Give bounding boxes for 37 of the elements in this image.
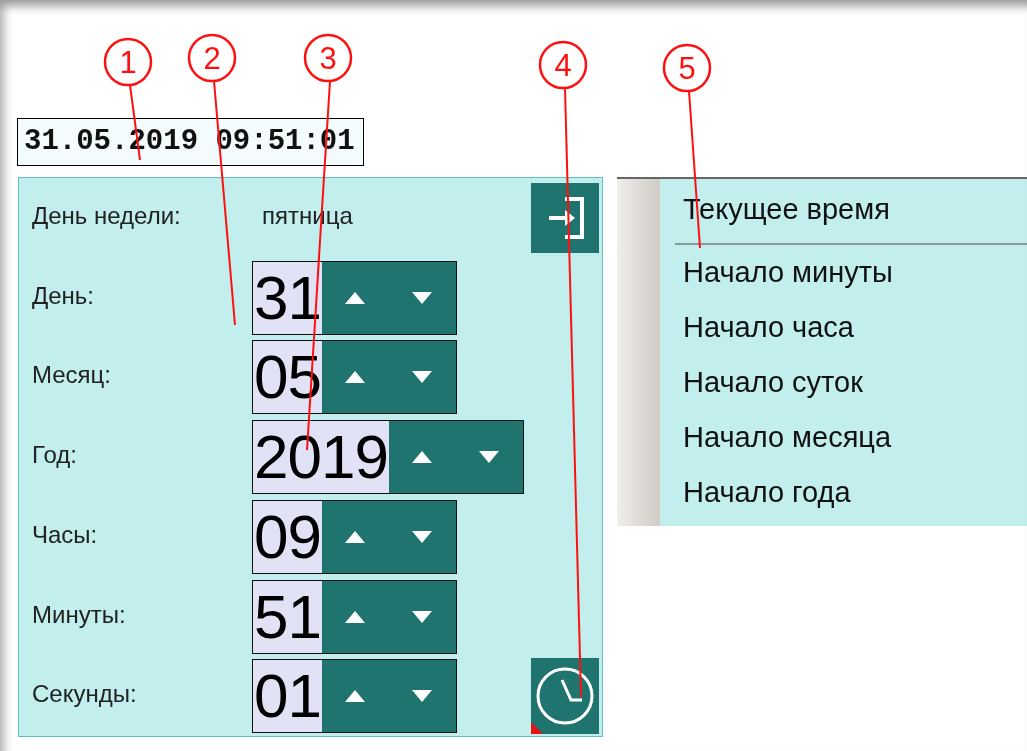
menu-item[interactable]: Начало суток	[683, 355, 1027, 410]
exit-button[interactable]	[531, 183, 599, 253]
up-icon	[344, 370, 367, 385]
clock-button[interactable]	[531, 658, 599, 735]
up-icon	[411, 450, 434, 465]
field-label: Год:	[32, 441, 78, 470]
clock-icon	[535, 666, 595, 727]
menu-item[interactable]: Начало месяца	[683, 410, 1027, 465]
down-icon	[478, 450, 501, 465]
down-icon	[411, 609, 434, 624]
spin-value[interactable]: 09	[253, 500, 322, 573]
callout-number: 2	[187, 33, 237, 83]
field-label: День:	[32, 281, 96, 310]
spin-value[interactable]: 51	[253, 580, 322, 653]
callout-number: 5	[662, 43, 712, 93]
menu-item[interactable]: Начало минуты	[683, 245, 1027, 300]
spin-value[interactable]: 2019	[253, 421, 389, 494]
menu-item[interactable]: Начало года	[683, 465, 1027, 520]
corner-mark-icon	[531, 722, 543, 735]
spin-value[interactable]: 01	[253, 660, 322, 733]
down-icon	[411, 290, 434, 305]
callout-number: 4	[538, 40, 588, 90]
callout-number: 3	[303, 33, 353, 83]
field-label: Минуты:	[32, 600, 127, 629]
weekday-label: День недели:	[32, 202, 182, 230]
up-icon	[344, 529, 367, 544]
field-label: Месяц:	[32, 361, 113, 390]
up-icon	[344, 290, 367, 305]
callout-number: 1	[103, 37, 153, 87]
field-label: Часы:	[32, 520, 99, 549]
up-icon	[344, 689, 367, 704]
menu-item[interactable]: Начало часа	[683, 300, 1027, 355]
down-icon	[411, 370, 434, 385]
field-label: Секунды:	[32, 680, 138, 709]
down-icon	[411, 689, 434, 704]
up-icon	[344, 609, 367, 624]
down-icon	[411, 529, 434, 544]
